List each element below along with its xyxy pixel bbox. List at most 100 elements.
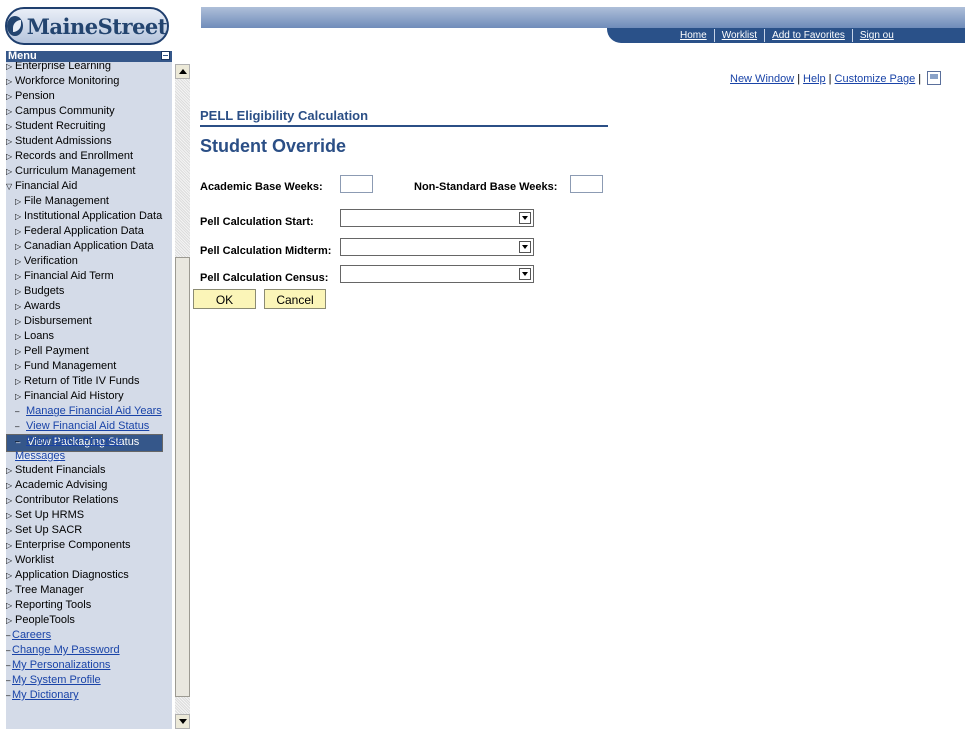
menu-item-worklist[interactable]: ▷ Worklist <box>6 553 172 568</box>
menu-item-view-financial-aid-status[interactable]: – View Financial Aid Status <box>6 419 165 434</box>
menu-item-label: Student Recruiting <box>15 120 106 132</box>
menu-item-change-my-password[interactable]: – Change My Password <box>6 643 172 658</box>
collapsed-folder-icon: ▷ <box>6 496 13 505</box>
menu-item-student-financials[interactable]: ▷ Student Financials <box>6 463 172 478</box>
menu-item-label: File Management <box>24 195 109 207</box>
collapsed-folder-icon: ▷ <box>6 167 13 176</box>
dash-bullet-icon: – <box>15 407 20 416</box>
menu-item-federal-application-data[interactable]: ▷ Federal Application Data <box>6 224 172 239</box>
menu-item-fund-management[interactable]: ▷ Fund Management <box>6 359 172 374</box>
academic-base-weeks-input[interactable] <box>340 175 373 193</box>
collapsed-folder-icon: ▷ <box>6 511 13 520</box>
menu-item-canadian-application-data[interactable]: ▷ Canadian Application Data <box>6 239 172 254</box>
menu-item-budgets[interactable]: ▷ Budgets <box>6 284 172 299</box>
menu-link[interactable]: My Dictionary <box>12 689 79 701</box>
nav-worklist-link[interactable]: Worklist <box>713 29 764 42</box>
menu-item-enterprise-components[interactable]: ▷ Enterprise Components <box>6 538 172 553</box>
menu-item-tree-manager[interactable]: ▷ Tree Manager <box>6 583 172 598</box>
menu-item-careers[interactable]: – Careers <box>6 628 172 643</box>
menu-item-manage-financial-aid-years[interactable]: – Manage Financial Aid Years <box>6 404 165 419</box>
cancel-button[interactable]: Cancel <box>264 289 326 309</box>
menu-item-application-diagnostics[interactable]: ▷ Application Diagnostics <box>6 568 172 583</box>
nav-signout-link[interactable]: Sign ou <box>851 29 901 42</box>
chevron-down-icon[interactable] <box>519 212 531 224</box>
menu-item-financial-aid-history[interactable]: ▷ Financial Aid History <box>6 389 172 404</box>
menu-item-label: Loans <box>24 330 54 342</box>
menu-link[interactable]: Manage Financial Aid Years <box>26 405 162 417</box>
menu-link[interactable]: My Personalizations <box>12 659 110 671</box>
nav-favorites-link[interactable]: Add to Favorites <box>764 29 852 42</box>
menu-item-pension[interactable]: ▷ Pension <box>6 89 172 104</box>
scroll-up-arrow-icon[interactable] <box>175 64 190 79</box>
menu-item-set-up-hrms[interactable]: ▷ Set Up HRMS <box>6 508 172 523</box>
collapsed-folder-icon: ▷ <box>6 152 13 161</box>
menu-link[interactable]: Careers <box>12 629 51 641</box>
menu-item-financial-aid-term[interactable]: ▷ Financial Aid Term <box>6 269 172 284</box>
menu-item-student-recruiting[interactable]: ▷ Student Recruiting <box>6 119 172 134</box>
menu-item-workforce-monitoring[interactable]: ▷ Workforce Monitoring <box>6 74 172 89</box>
collapsed-folder-icon: ▷ <box>6 556 13 565</box>
menu-item-disbursement[interactable]: ▷ Disbursement <box>6 314 172 329</box>
menu-item-label: Disbursement <box>24 315 92 327</box>
menu-item-label: Financial Aid Term <box>24 270 114 282</box>
collapse-menu-icon[interactable] <box>161 51 170 60</box>
menu-link[interactable]: Print Batch Process Messages <box>15 435 123 462</box>
menu-item-print-batch-process-messages[interactable]: – Print Batch Process Messages <box>6 434 165 463</box>
menu-item-label: Pell Payment <box>24 345 89 357</box>
menu-item-curriculum-management[interactable]: ▷ Curriculum Management <box>6 164 172 179</box>
menu-item-peopletools[interactable]: ▷ PeopleTools <box>6 613 172 628</box>
menu-item-label: Student Admissions <box>15 135 112 147</box>
menu-item-contributor-relations[interactable]: ▷ Contributor Relations <box>6 493 172 508</box>
chevron-down-icon[interactable] <box>519 268 531 280</box>
menu-item-file-management[interactable]: ▷ File Management <box>6 194 172 209</box>
menu-item-verification[interactable]: ▷ Verification <box>6 254 172 269</box>
menu-item-loans[interactable]: ▷ Loans <box>6 329 172 344</box>
menu-item-label: Federal Application Data <box>24 225 144 237</box>
menu-item-enterprise-learning[interactable]: ▷ Enterprise Learning <box>6 62 172 74</box>
collapsed-folder-icon: ▷ <box>6 616 13 625</box>
pell-census-select[interactable] <box>340 265 534 283</box>
menu-item-my-system-profile[interactable]: – My System Profile <box>6 673 172 688</box>
new-window-link[interactable]: New Window <box>730 73 794 85</box>
menu-item-campus-community[interactable]: ▷ Campus Community <box>6 104 172 119</box>
scroll-thumb[interactable] <box>175 257 190 697</box>
collapsed-folder-icon: ▷ <box>15 317 22 326</box>
menu-item-academic-advising[interactable]: ▷ Academic Advising <box>6 478 172 493</box>
menu-item-label: Fund Management <box>24 360 117 372</box>
menu-item-financial-aid[interactable]: ▽ Financial Aid <box>6 179 172 194</box>
menu-item-label: PeopleTools <box>15 614 75 626</box>
menu-item-my-dictionary[interactable]: – My Dictionary <box>6 688 172 703</box>
http-page-icon[interactable] <box>927 71 942 85</box>
menu-link[interactable]: My System Profile <box>12 674 101 686</box>
help-link[interactable]: Help <box>803 73 826 85</box>
pell-start-select[interactable] <box>340 209 534 227</box>
menu-item-records-and-enrollment[interactable]: ▷ Records and Enrollment <box>6 149 172 164</box>
menu-item-student-admissions[interactable]: ▷ Student Admissions <box>6 134 172 149</box>
menu-item-return-of-title-iv-funds[interactable]: ▷ Return of Title IV Funds <box>6 374 172 389</box>
ok-button[interactable]: OK <box>193 289 256 309</box>
nav-home-link[interactable]: Home <box>673 29 714 42</box>
mainestreet-logo[interactable]: MaineStreet <box>5 7 169 45</box>
scroll-down-arrow-icon[interactable] <box>175 714 190 729</box>
chevron-down-icon[interactable] <box>519 241 531 253</box>
page-toolbar-links: New Window | Help | Customize Page | <box>730 71 942 85</box>
collapsed-folder-icon: ▷ <box>6 526 13 535</box>
menu-item-institutional-application-data[interactable]: ▷ Institutional Application Data <box>6 209 172 224</box>
collapsed-folder-icon: ▷ <box>15 212 22 221</box>
menu-item-my-personalizations[interactable]: – My Personalizations <box>6 658 172 673</box>
menu-item-set-up-sacr[interactable]: ▷ Set Up SACR <box>6 523 172 538</box>
menu-link[interactable]: Change My Password <box>12 644 120 656</box>
menu-item-reporting-tools[interactable]: ▷ Reporting Tools <box>6 598 172 613</box>
menu-item-label: Financial Aid History <box>24 390 124 402</box>
collapsed-folder-icon: ▷ <box>6 122 13 131</box>
separator: | <box>828 73 832 85</box>
customize-page-link[interactable]: Customize Page <box>835 73 916 85</box>
menu-item-pell-payment[interactable]: ▷ Pell Payment <box>6 344 172 359</box>
pell-midterm-select[interactable] <box>340 238 534 256</box>
collapsed-folder-icon: ▷ <box>6 466 13 475</box>
menu-item-awards[interactable]: ▷ Awards <box>6 299 172 314</box>
menu-scrollbar[interactable] <box>175 64 190 729</box>
non-standard-base-weeks-input[interactable] <box>570 175 603 193</box>
menu-link[interactable]: View Financial Aid Status <box>26 420 149 432</box>
menu-item-label: Reporting Tools <box>15 599 92 611</box>
